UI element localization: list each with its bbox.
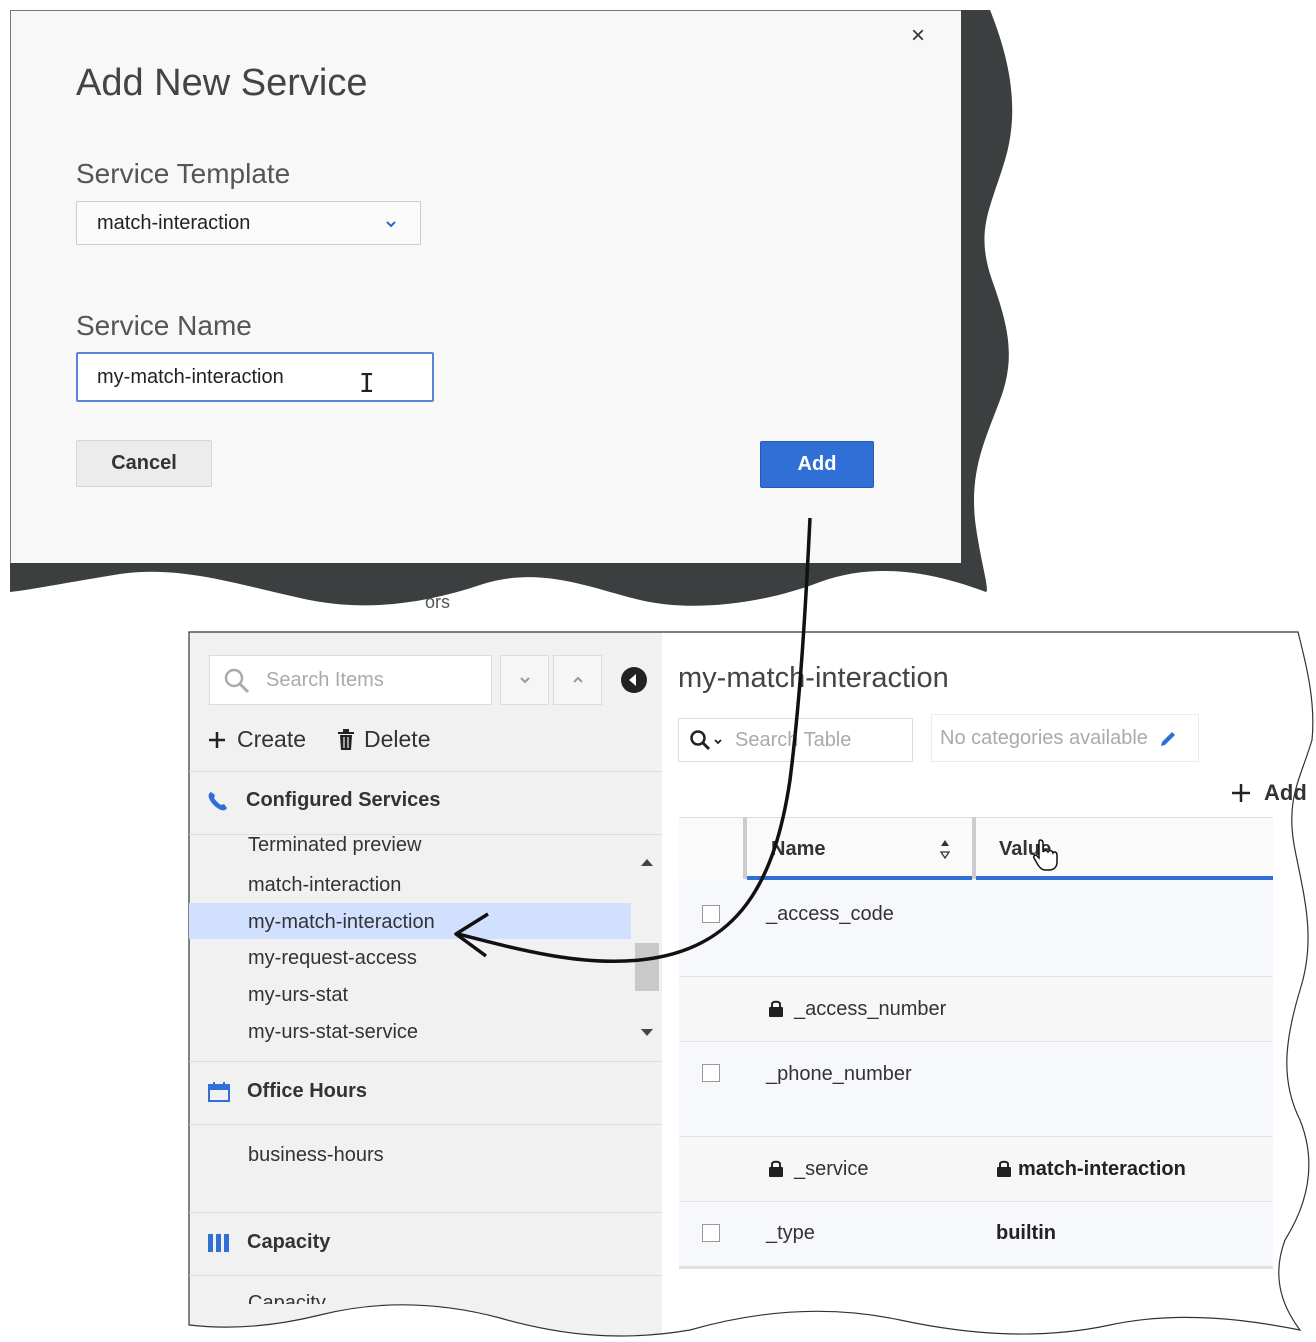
capacity-list: Capacity bbox=[189, 1290, 389, 1304]
row-checkbox[interactable] bbox=[702, 1064, 720, 1082]
row-name-cell: _access_number bbox=[768, 998, 946, 1021]
scroll-down-icon[interactable] bbox=[640, 1028, 654, 1038]
row-name: _access_number bbox=[794, 998, 947, 1020]
row-name: _type bbox=[766, 1222, 815, 1244]
trash-icon bbox=[338, 728, 354, 750]
section-title: Configured Services bbox=[246, 789, 441, 811]
lock-icon bbox=[997, 1160, 1011, 1177]
configured-services-list: Terminated preview match-interaction my-… bbox=[189, 836, 633, 1058]
delete-button[interactable]: Delete bbox=[337, 726, 430, 753]
divider bbox=[189, 834, 662, 835]
list-item-selected[interactable]: my-match-interaction bbox=[248, 911, 435, 934]
pencil-icon[interactable] bbox=[1158, 729, 1178, 749]
divider bbox=[189, 1061, 662, 1062]
categories-placeholder: No categories available bbox=[940, 727, 1148, 749]
detail-title: my-match-interaction bbox=[678, 662, 949, 694]
table-header bbox=[679, 817, 1273, 880]
row-value: builtin bbox=[996, 1222, 1056, 1244]
row-name: _access_code bbox=[766, 903, 894, 925]
create-label: Create bbox=[237, 726, 307, 752]
list-item[interactable]: business-hours bbox=[248, 1144, 384, 1167]
row-name: _service bbox=[794, 1158, 869, 1180]
scrollbar-thumb[interactable] bbox=[635, 943, 659, 991]
table-row[interactable] bbox=[679, 880, 1273, 977]
divider bbox=[189, 1275, 662, 1276]
column-separator[interactable] bbox=[972, 817, 976, 879]
lock-icon bbox=[769, 1160, 783, 1177]
hand-pointer-icon bbox=[1033, 839, 1058, 871]
table-row[interactable] bbox=[679, 1042, 1273, 1137]
row-checkbox[interactable] bbox=[702, 1224, 720, 1242]
section-title: Capacity bbox=[247, 1231, 331, 1253]
collapse-sidebar-button[interactable] bbox=[621, 667, 647, 693]
section-title: Office Hours bbox=[247, 1080, 368, 1102]
list-item[interactable]: match-interaction bbox=[248, 874, 401, 897]
delete-label: Delete bbox=[364, 726, 431, 752]
scroll-up-icon[interactable] bbox=[640, 857, 654, 867]
create-button[interactable]: Create bbox=[207, 726, 306, 753]
list-item[interactable]: my-urs-stat-service bbox=[248, 1021, 418, 1044]
search-icon bbox=[690, 730, 722, 751]
table-search-placeholder: Search Table bbox=[735, 729, 852, 751]
previous-result-button[interactable] bbox=[553, 655, 602, 705]
list-item[interactable]: my-request-access bbox=[248, 947, 417, 970]
list-item[interactable]: Terminated preview bbox=[248, 836, 421, 857]
row-value: match-interaction bbox=[1018, 1158, 1186, 1180]
column-separator[interactable] bbox=[743, 817, 747, 879]
phone-icon bbox=[208, 791, 227, 810]
list-item[interactable]: Capacity bbox=[248, 1292, 326, 1304]
next-result-button[interactable] bbox=[500, 655, 549, 705]
list-item[interactable]: my-urs-stat bbox=[248, 984, 348, 1007]
row-checkbox[interactable] bbox=[702, 905, 720, 923]
chevron-down-icon bbox=[519, 677, 530, 684]
section-configured-services[interactable]: Configured Services bbox=[207, 789, 441, 812]
divider bbox=[189, 1212, 662, 1213]
lock-icon bbox=[769, 1000, 783, 1017]
chevron-up-icon bbox=[572, 676, 583, 683]
sidebar-search-input[interactable]: Search Items bbox=[209, 655, 492, 705]
divider bbox=[189, 1124, 662, 1125]
sort-icon[interactable] bbox=[939, 838, 951, 860]
row-name-cell: _service bbox=[768, 1158, 868, 1181]
section-office-hours[interactable]: Office Hours bbox=[207, 1080, 367, 1103]
add-row-label: Add bbox=[1264, 780, 1307, 805]
add-row-button[interactable]: Add bbox=[1230, 780, 1307, 806]
row-name: _phone_number bbox=[766, 1063, 912, 1085]
categories-field[interactable]: No categories available bbox=[931, 714, 1199, 762]
column-header-name[interactable]: Name bbox=[771, 838, 825, 861]
table-search-input[interactable]: Search Table bbox=[678, 718, 913, 762]
plus-icon bbox=[209, 731, 225, 748]
row-value-cell: match-interaction bbox=[996, 1158, 1186, 1181]
section-capacity[interactable]: Capacity bbox=[207, 1231, 330, 1254]
plus-icon bbox=[1232, 784, 1250, 802]
columns-icon bbox=[208, 1233, 229, 1252]
divider bbox=[189, 771, 662, 772]
sidebar-search-placeholder: Search Items bbox=[266, 669, 384, 691]
calendar-icon bbox=[208, 1081, 230, 1102]
search-icon bbox=[224, 668, 250, 694]
caret-left-icon bbox=[629, 674, 636, 686]
